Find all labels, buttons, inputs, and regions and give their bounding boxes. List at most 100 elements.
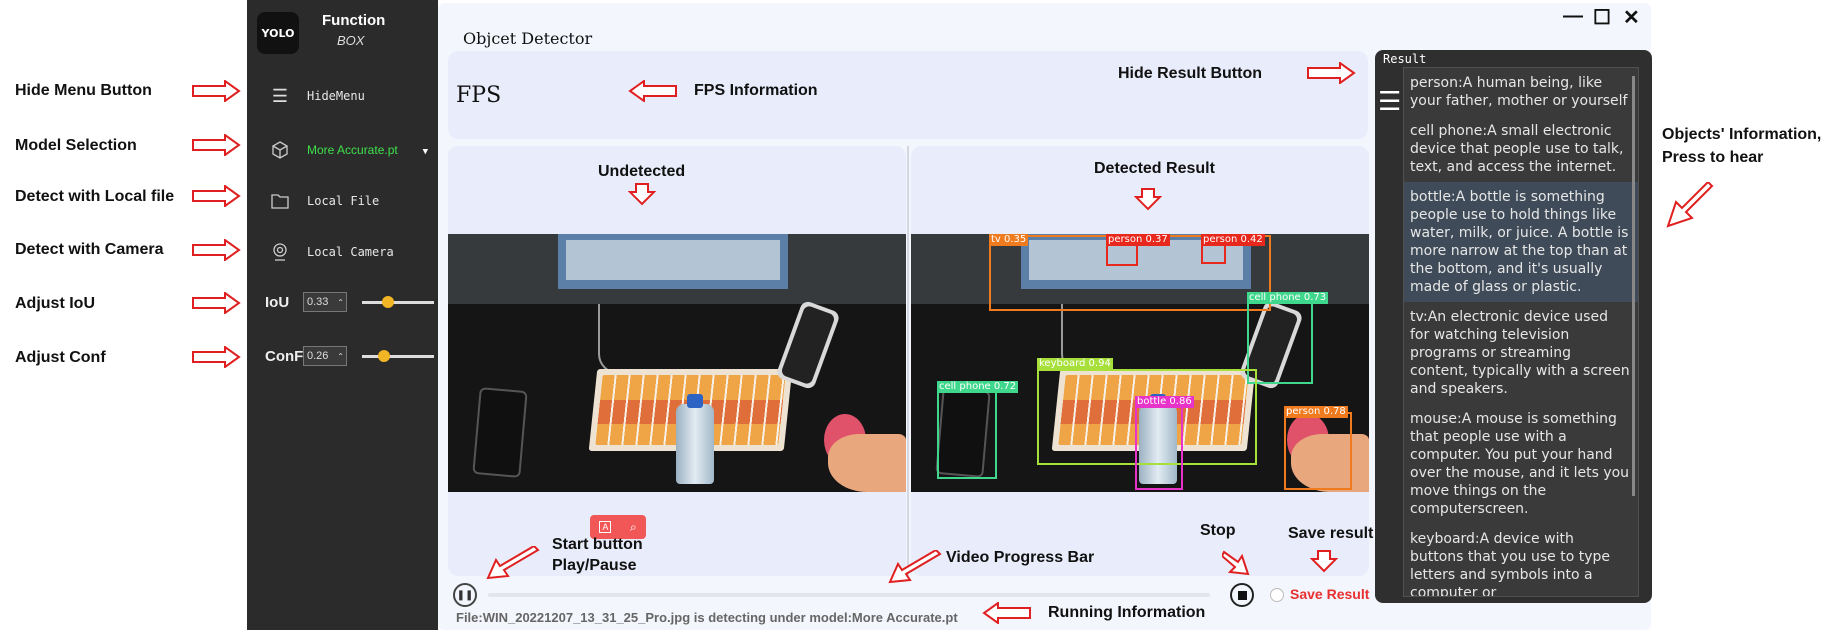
detection-label: person 0.78 — [1284, 406, 1348, 418]
annotation-stop: Stop — [1200, 522, 1236, 539]
menu-icon: ☰ — [271, 85, 289, 107]
cube-icon — [267, 137, 293, 163]
save-result-radio[interactable] — [1270, 588, 1284, 602]
arrow-right-icon — [192, 346, 241, 368]
scan-text-icon: A — [599, 521, 612, 533]
local-camera-label: Local Camera — [307, 245, 394, 259]
annotation-local-file: Detect with Local file — [15, 188, 175, 205]
chevron-down-icon: ▼ — [422, 147, 428, 157]
minimize-button[interactable]: — — [1563, 5, 1583, 28]
annotation-hide-menu: Hide Menu Button — [15, 82, 152, 99]
pause-icon: ❚❚ — [456, 589, 474, 601]
maximize-button[interactable]: ☐ — [1593, 5, 1611, 30]
arrow-down-left-icon — [1666, 182, 1714, 228]
panel-divider — [907, 146, 909, 576]
iou-slider-thumb[interactable] — [381, 295, 394, 308]
annotation-play-pause: Play/Pause — [552, 557, 637, 574]
detection-box-person — [1284, 412, 1352, 490]
result-panel: Result ☰ person:A human being, like your… — [1375, 50, 1652, 603]
annotation-start-button: Start button — [552, 536, 643, 553]
detection-label: cell phone 0.73 — [1247, 292, 1329, 304]
annotation-hide-result: Hide Result Button — [1118, 65, 1262, 82]
detected-image: tv 0.35 person 0.37 person 0.42 cell pho… — [911, 234, 1369, 492]
arrow-right-icon — [192, 185, 241, 207]
detection-box-cell-phone — [937, 386, 997, 479]
conf-label: ConF — [265, 347, 304, 365]
arrow-down-icon — [628, 183, 656, 206]
result-list[interactable]: person:A human being, like your father, … — [1403, 67, 1639, 597]
app-logo: YOLO — [257, 12, 299, 54]
annotation-conf: Adjust Conf — [15, 349, 106, 366]
local-file-button[interactable]: Local File — [267, 185, 432, 217]
save-result-label[interactable]: Save Result — [1290, 586, 1369, 602]
result-item[interactable]: cell phone:A small electronic device tha… — [1404, 116, 1638, 182]
arrow-right-icon — [192, 292, 241, 314]
annotation-undetected: Undetected — [598, 163, 686, 180]
arrow-right-icon — [192, 134, 241, 156]
iou-slider[interactable] — [362, 295, 434, 308]
result-item[interactable]: bottle:A bottle is something people use … — [1404, 182, 1638, 302]
hide-menu-button[interactable]: ☰ HideMenu — [267, 80, 432, 112]
annotation-running-info: Running Information — [1048, 604, 1206, 621]
hide-menu-label: HideMenu — [307, 89, 365, 103]
app-title: Function — [322, 12, 386, 29]
detection-box-bottle — [1135, 402, 1183, 490]
annotation-press-to-hear: Press to hear — [1662, 149, 1764, 166]
arrow-down-left-icon — [888, 550, 942, 584]
camera-icon — [267, 239, 293, 265]
result-item[interactable]: keyboard:A device with buttons that you … — [1404, 524, 1638, 596]
conf-spinbox[interactable]: 0.26 ⌃ — [303, 346, 347, 366]
detection-label: cell phone 0.72 — [937, 381, 1019, 393]
arrow-left-icon — [982, 602, 1031, 624]
annotation-detected-result: Detected Result — [1094, 160, 1215, 177]
annotation-objects-info: Objects' Information, — [1662, 126, 1822, 143]
annotation-save-result: Save result — [1288, 525, 1374, 542]
arrow-down-right-icon — [1222, 550, 1250, 576]
detection-label: person 0.42 — [1201, 234, 1265, 246]
result-item[interactable]: person:A human being, like your father, … — [1404, 68, 1638, 116]
local-file-label: Local File — [307, 194, 380, 208]
local-camera-button[interactable]: Local Camera — [267, 236, 432, 268]
arrow-down-left-icon — [486, 546, 540, 580]
arrow-down-icon — [1310, 550, 1338, 573]
original-image-panel — [448, 146, 906, 576]
iou-spinbox[interactable]: 0.33 ⌃ — [303, 292, 347, 312]
annotation-fps: FPS Information — [694, 82, 818, 99]
conf-control: ConF 0.26 ⌃ — [265, 344, 435, 368]
arrow-down-icon — [1134, 188, 1162, 211]
video-progress-bar[interactable] — [488, 593, 1210, 597]
detection-label: tv 0.35 — [989, 234, 1029, 246]
hide-result-button[interactable]: ☰ — [1378, 86, 1401, 117]
folder-icon — [267, 188, 293, 214]
arrow-left-icon — [628, 80, 677, 102]
conf-slider[interactable] — [362, 349, 434, 362]
running-info: File:WIN_20221207_13_31_25_Pro.jpg is de… — [456, 610, 958, 625]
detection-label: bottle 0.86 — [1135, 396, 1194, 408]
close-button[interactable]: ✕ — [1623, 5, 1640, 30]
detection-label: person 0.37 — [1106, 234, 1170, 246]
model-selection-dropdown[interactable]: More Accurate.pt ▼ — [267, 134, 432, 166]
window-title: Objcet Detector — [463, 29, 593, 48]
detection-label: keyboard 0.94 — [1037, 358, 1113, 370]
stop-button[interactable] — [1230, 583, 1254, 607]
sidebar: YOLO Function BOX ☰ HideMenu More Accura… — [247, 0, 438, 630]
search-icon: ⌕ — [629, 519, 637, 534]
arrow-right-icon — [1307, 62, 1356, 84]
iou-label: IoU — [265, 293, 290, 311]
annotation-model-selection: Model Selection — [15, 137, 137, 154]
fps-label: FPS — [456, 83, 502, 108]
annotation-iou: Adjust IoU — [15, 295, 95, 312]
result-item[interactable]: tv:An electronic device used for watchin… — [1404, 302, 1638, 404]
play-pause-button[interactable]: ❚❚ — [453, 583, 477, 607]
iou-control: IoU 0.33 ⌃ — [265, 290, 435, 314]
arrow-right-icon — [192, 239, 241, 261]
result-item[interactable]: mouse:A mouse is something that people u… — [1404, 404, 1638, 524]
conf-slider-thumb[interactable] — [377, 349, 390, 362]
model-label: More Accurate.pt — [307, 143, 398, 157]
annotation-video-progress: Video Progress Bar — [946, 549, 1095, 566]
original-image — [448, 234, 906, 492]
annotation-camera: Detect with Camera — [15, 241, 164, 258]
app-subtitle: BOX — [337, 33, 365, 48]
detection-box-person — [1106, 244, 1138, 266]
result-scrollbar[interactable] — [1632, 76, 1635, 496]
